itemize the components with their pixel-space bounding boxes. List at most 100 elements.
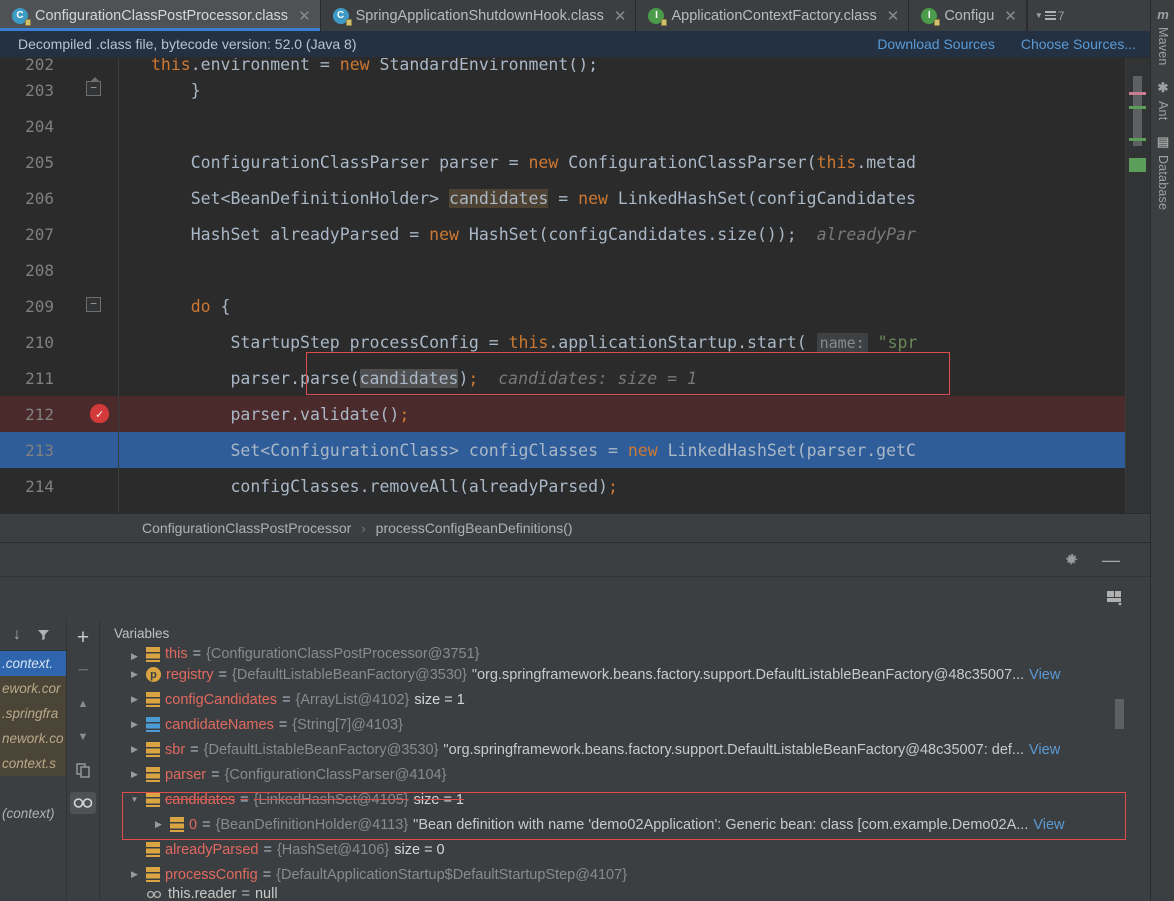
editor-tab-label: ApplicationContextFactory.class xyxy=(671,8,876,24)
move-down-icon[interactable]: ▼ xyxy=(70,726,96,748)
variable-type: {HashSet@4106} xyxy=(277,842,389,858)
equals-sign: = xyxy=(190,742,198,758)
variable-row-candidates-0[interactable]: ▶ 0 = {BeanDefinitionHolder@4113} "Bean … xyxy=(100,812,1126,837)
frame-item-0[interactable]: .context. xyxy=(0,651,66,676)
variables-scrollbar[interactable] xyxy=(1115,699,1124,729)
expand-arrow-icon[interactable]: ▶ xyxy=(128,744,141,755)
view-link[interactable]: View xyxy=(1033,817,1064,833)
variable-type: {String[7]@4103} xyxy=(292,717,403,733)
variable-value: "org.springframework.beans.factory.suppo… xyxy=(472,667,1024,683)
variable-row-configCandidates[interactable]: ▶ configCandidates = {ArrayList@4102} si… xyxy=(100,687,1126,712)
frame-item-4[interactable]: context.s xyxy=(0,751,66,776)
add-watch-icon[interactable]: + xyxy=(70,627,96,649)
variables-pane[interactable]: Variables ▶ this = {ConfigurationClassPo… xyxy=(100,619,1126,901)
move-up-icon[interactable]: ▲ xyxy=(70,693,96,715)
export-threads-icon[interactable]: ↓ xyxy=(9,624,25,646)
layout-settings-icon[interactable] xyxy=(1104,587,1126,609)
frames-pane[interactable]: ↓ .context. ework.cor .springfra nework.… xyxy=(0,619,67,901)
tab-overflow-button[interactable]: ▼ 7 xyxy=(1027,0,1072,31)
collapse-arrow-icon[interactable]: ▼ xyxy=(128,795,141,804)
code-line-215[interactable]: 215 − if (this.reader == null) { xyxy=(0,504,1150,513)
breakpoint-icon[interactable]: ✓ xyxy=(90,404,109,423)
variable-name: parser xyxy=(165,767,206,783)
frame-item-1[interactable]: ework.cor xyxy=(0,676,66,701)
watch-glasses-icon[interactable] xyxy=(70,792,96,814)
close-icon[interactable]: ✕ xyxy=(298,7,311,25)
breadcrumb[interactable]: ConfigurationClassPostProcessor › proces… xyxy=(0,513,1150,542)
code-line-212[interactable]: 212 ✓ parser.validate(); xyxy=(0,396,1150,432)
expand-arrow-icon[interactable]: ▶ xyxy=(128,669,141,680)
editor-tab-label: Configu xyxy=(944,8,994,24)
code-editor[interactable]: 202 this.environment = new StandardEnvir… xyxy=(0,58,1150,513)
variables-header: Variables xyxy=(100,619,1126,647)
expand-arrow-icon[interactable]: ▶ xyxy=(128,869,141,880)
code-line-210[interactable]: 210 StartupStep processConfig = this.app… xyxy=(0,324,1150,360)
variable-row-sbr[interactable]: ▶ sbr = {DefaultListableBeanFactory@3530… xyxy=(100,737,1126,762)
object-icon xyxy=(146,647,160,662)
code-line-214[interactable]: 214 configClasses.removeAll(alreadyParse… xyxy=(0,468,1150,504)
code-line-206[interactable]: 206 Set<BeanDefinitionHolder> candidates… xyxy=(0,180,1150,216)
variable-row-this[interactable]: ▶ this = {ConfigurationClassPostProcesso… xyxy=(100,647,1126,662)
variable-row-alreadyParsed[interactable]: alreadyParsed = {HashSet@4106} size = 0 xyxy=(100,837,1126,862)
copy-icon[interactable] xyxy=(70,759,96,781)
variable-row-candidateNames[interactable]: ▶ candidateNames = {String[7]@4103} xyxy=(100,712,1126,737)
variable-name: this xyxy=(165,647,188,662)
breadcrumb-class[interactable]: ConfigurationClassPostProcessor xyxy=(142,520,351,536)
editor-marker-bar[interactable] xyxy=(1125,58,1150,513)
tool-window-label: Database xyxy=(1156,155,1170,210)
view-link[interactable]: View xyxy=(1029,742,1060,758)
filter-icon[interactable] xyxy=(35,624,51,646)
editor-tab-2[interactable]: I ApplicationContextFactory.class ✕ xyxy=(636,0,909,31)
code-line-213[interactable]: 213 Set<ConfigurationClass> configClasse… xyxy=(0,432,1150,468)
expand-arrow-icon[interactable]: ▶ xyxy=(128,694,141,705)
code-line-211[interactable]: 211 parser.parse(candidates); candidates… xyxy=(0,360,1150,396)
inline-debug-hint: alreadyPar xyxy=(817,225,916,244)
variable-type: {DefaultApplicationStartup$DefaultStartu… xyxy=(276,867,627,883)
lock-badge-icon xyxy=(25,19,31,26)
decompiled-notification-bar: Decompiled .class file, bytecode version… xyxy=(0,31,1150,58)
variable-row-registry[interactable]: ▶ p registry = {DefaultListableBeanFacto… xyxy=(100,662,1126,687)
code-line-205[interactable]: 205 ConfigurationClassParser parser = ne… xyxy=(0,144,1150,180)
expand-arrow-icon[interactable]: ▶ xyxy=(128,719,141,730)
frame-item-3[interactable]: nework.co xyxy=(0,726,66,751)
equals-sign: = xyxy=(263,867,271,883)
close-icon[interactable]: ✕ xyxy=(887,7,900,25)
tool-window-ant[interactable]: ✱ Ant xyxy=(1151,73,1174,127)
variable-row-processConfig[interactable]: ▶ processConfig = {DefaultApplicationSta… xyxy=(100,862,1126,887)
code-line-208[interactable]: 208 xyxy=(0,252,1150,288)
tool-window-maven[interactable]: m Maven xyxy=(1151,0,1174,73)
variable-row-candidates[interactable]: ▼ candidates = {LinkedHashSet@4105} size… xyxy=(100,787,1126,812)
expand-arrow-icon[interactable]: ▶ xyxy=(152,819,165,830)
line-number: 203 xyxy=(0,81,66,100)
code-line-203[interactable]: 203 − } xyxy=(0,72,1150,108)
close-icon[interactable]: ✕ xyxy=(1004,7,1017,25)
editor-tab-1[interactable]: C SpringApplicationShutdownHook.class ✕ xyxy=(321,0,637,31)
choose-sources-link[interactable]: Choose Sources... xyxy=(1021,36,1136,52)
expand-arrow-icon[interactable]: ▶ xyxy=(128,651,141,662)
gear-icon[interactable] xyxy=(1060,549,1082,571)
code-fold-icon[interactable]: − xyxy=(86,297,101,312)
remove-watch-icon[interactable]: − xyxy=(70,660,96,682)
variable-row-parser[interactable]: ▶ parser = {ConfigurationClassParser@410… xyxy=(100,762,1126,787)
code-line-209[interactable]: 209 − do { xyxy=(0,288,1150,324)
editor-tab-0[interactable]: C ConfigurationClassPostProcessor.class … xyxy=(0,0,321,31)
frame-item-6[interactable]: (context) xyxy=(0,801,66,826)
code-line-204[interactable]: 204 xyxy=(0,108,1150,144)
frame-item-5[interactable] xyxy=(0,776,66,801)
expand-arrow-icon[interactable]: ▶ xyxy=(128,769,141,780)
code-line-207[interactable]: 207 HashSet alreadyParsed = new HashSet(… xyxy=(0,216,1150,252)
code-line-202[interactable]: 202 this.environment = new StandardEnvir… xyxy=(0,58,1150,72)
tool-window-database[interactable]: ▤ Database xyxy=(1151,127,1174,217)
download-sources-link[interactable]: Download Sources xyxy=(877,36,995,52)
line-number: 206 xyxy=(0,189,66,208)
code-fold-icon[interactable]: − xyxy=(86,81,101,96)
object-icon xyxy=(170,817,184,832)
frame-item-2[interactable]: .springfra xyxy=(0,701,66,726)
watch-row-this-reader[interactable]: this.reader = null xyxy=(100,887,1126,901)
breadcrumb-method[interactable]: processConfigBeanDefinitions() xyxy=(376,520,573,536)
editor-tab-3[interactable]: I Configu ✕ xyxy=(909,0,1027,31)
view-link[interactable]: View xyxy=(1029,667,1060,683)
close-icon[interactable]: ✕ xyxy=(614,7,627,25)
minimize-icon[interactable]: — xyxy=(1100,549,1122,571)
variable-name: configCandidates xyxy=(165,692,277,708)
